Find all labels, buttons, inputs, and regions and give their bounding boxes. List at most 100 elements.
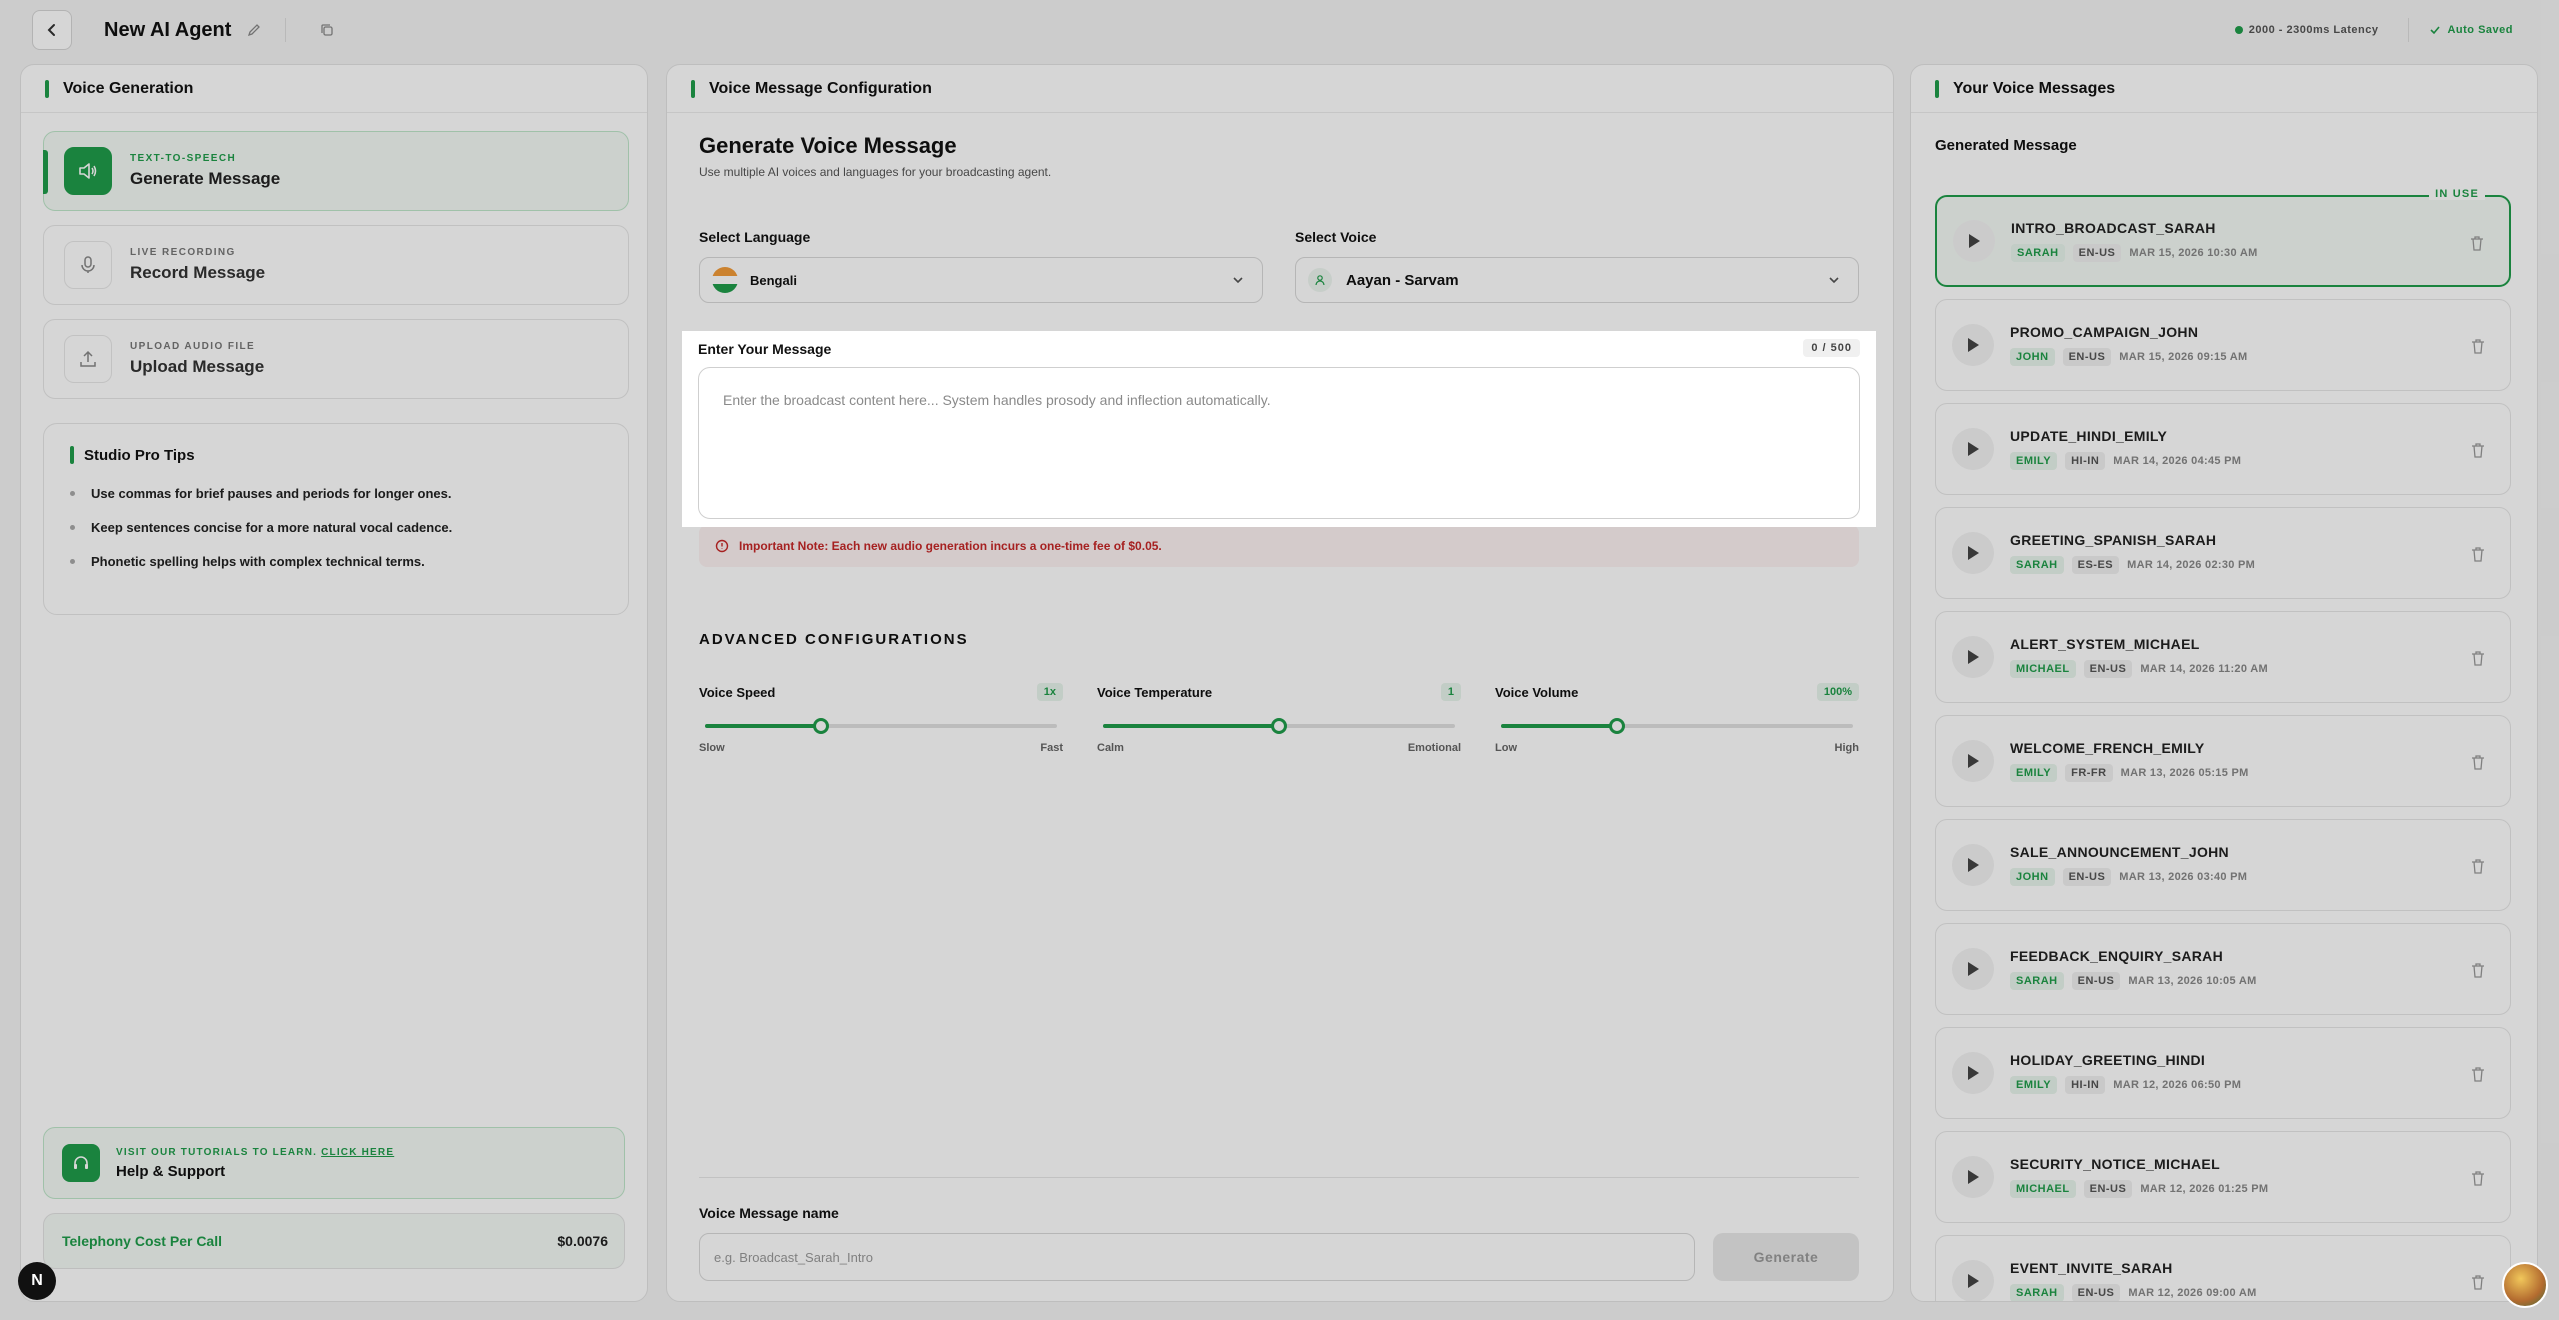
slider-label: Voice Speed <box>699 684 776 700</box>
delete-button[interactable] <box>2462 850 2494 882</box>
slider-max-label: High <box>1834 742 1859 754</box>
slider-fill <box>1501 724 1618 728</box>
voice-message-card[interactable]: WELCOME_FRENCH_EMILY EMILY FR-FR MAR 13, 20… <box>1935 715 2511 807</box>
back-button[interactable] <box>32 10 72 50</box>
divider <box>699 1177 1859 1178</box>
duplicate-button[interactable] <box>314 17 340 43</box>
slider-thumb[interactable] <box>1609 718 1626 734</box>
india-flag-icon <box>712 267 738 293</box>
play-button[interactable] <box>1952 844 1994 886</box>
voice-select[interactable]: Aayan - Sarvam <box>1295 257 1859 303</box>
play-button[interactable] <box>1952 740 1994 782</box>
generate-button[interactable]: Generate <box>1713 1233 1859 1281</box>
slider-thumb[interactable] <box>1271 718 1287 734</box>
tips-title: Studio Pro Tips <box>70 446 602 464</box>
slider-value: 1x <box>1036 683 1063 701</box>
user-avatar[interactable] <box>2502 1262 2548 1308</box>
trash-icon <box>2472 651 2484 666</box>
user-icon <box>1308 268 1332 292</box>
voice-message-card[interactable]: EVENT_INVITE_SARAH SARAH EN-US MAR 12, 2026… <box>1935 1235 2511 1301</box>
voice-message-card[interactable]: SECURITY_NOTICE_MICHAEL MICHAEL EN-US MAR 1… <box>1935 1131 2511 1223</box>
message-textarea[interactable]: Enter the broadcast content here... Syst… <box>698 367 1860 519</box>
message-date: MAR 12, 2026 09:00 AM <box>2128 1287 2257 1299</box>
voice-message-card[interactable]: ALERT_SYSTEM_MICHAEL MICHAEL EN-US MAR 14, … <box>1935 611 2511 703</box>
play-icon <box>1968 858 1979 872</box>
delete-button[interactable] <box>2462 1058 2494 1090</box>
delete-button[interactable] <box>2462 642 2494 674</box>
voice-message-card[interactable]: SALE_ANNOUNCEMENT_JOHN JOHN EN-US MAR 13, 2… <box>1935 819 2511 911</box>
message-name-input[interactable]: e.g. Broadcast_Sarah_Intro <box>699 1233 1695 1281</box>
app-logo[interactable]: N <box>18 1262 56 1300</box>
voice-message-card[interactable]: HOLIDAY_GREETING_HINDI EMILY HI-IN MAR 12, … <box>1935 1027 2511 1119</box>
play-icon <box>1968 650 1979 664</box>
voice-message-card[interactable]: PROMO_CAMPAIGN_JOHN JOHN EN-US MAR 15, 2026… <box>1935 299 2511 391</box>
mode-generate-message[interactable]: TEXT-TO-SPEECH Generate Message <box>43 131 629 211</box>
voice-message-card[interactable]: FEEDBACK_ENQUIRY_SARAH SARAH EN-US MAR 13, … <box>1935 923 2511 1015</box>
delete-button[interactable] <box>2462 330 2494 362</box>
play-icon <box>1968 754 1979 768</box>
delete-button[interactable] <box>2462 1162 2494 1194</box>
agent-title: New AI Agent <box>104 18 232 41</box>
voice-speed-slider: Voice Speed 1x Slow Fast <box>699 683 1063 754</box>
message-name: PROMO_CAMPAIGN_JOHN <box>2010 324 2199 340</box>
language-tag: EN-US <box>2071 1284 2121 1301</box>
play-button[interactable] <box>1952 1156 1994 1198</box>
delete-button[interactable] <box>2462 434 2494 466</box>
play-button[interactable] <box>1952 428 1994 470</box>
voice-message-card[interactable]: IN USE INTRO_BROADCAST_SARAH SARAH EN-US MAR… <box>1935 188 2511 287</box>
play-button[interactable] <box>1952 532 1994 574</box>
microphone-icon <box>64 241 112 289</box>
slider-min-label: Slow <box>699 742 725 754</box>
copy-icon <box>321 24 334 36</box>
slider-track[interactable] <box>1501 718 1853 734</box>
voice-temperature-slider: Voice Temperature 1 Calm Emotional <box>1097 683 1461 754</box>
play-button[interactable] <box>1952 1260 1994 1301</box>
important-note: Important Note: Each new audio generatio… <box>699 525 1859 567</box>
delete-button[interactable] <box>2462 746 2494 778</box>
play-button[interactable] <box>1953 220 1995 262</box>
tutorials-link[interactable]: CLICK HERE <box>321 1147 394 1158</box>
slider-track[interactable] <box>705 718 1057 734</box>
voice-message-card[interactable]: UPDATE_HINDI_EMILY EMILY HI-IN MAR 14, 2026… <box>1935 403 2511 495</box>
slider-track[interactable] <box>1103 718 1455 734</box>
panel-header: Voice Message Configuration <box>667 65 1893 113</box>
play-icon <box>1968 338 1979 352</box>
delete-button[interactable] <box>2461 227 2493 259</box>
voice-volume-slider: Voice Volume 100% Low High <box>1495 683 1859 754</box>
language-label: Select Language <box>699 229 811 245</box>
delete-button[interactable] <box>2462 954 2494 986</box>
panel-header: Voice Generation <box>21 65 647 113</box>
mode-record-message[interactable]: LIVE RECORDING Record Message <box>43 225 629 305</box>
voice-tag: EMILY <box>2010 452 2058 470</box>
mode-upload-message[interactable]: UPLOAD AUDIO FILE Upload Message <box>43 319 629 399</box>
voice-value: Aayan - Sarvam <box>1346 271 1459 289</box>
alert-circle-icon <box>715 539 729 553</box>
play-button[interactable] <box>1952 636 1994 678</box>
language-tag: EN-US <box>2062 868 2112 886</box>
play-button[interactable] <box>1952 324 1994 366</box>
play-button[interactable] <box>1952 948 1994 990</box>
play-button[interactable] <box>1952 1052 1994 1094</box>
message-name: HOLIDAY_GREETING_HINDI <box>2010 1052 2206 1068</box>
auto-saved-indicator: Auto Saved <box>2408 18 2527 42</box>
edit-title-button[interactable] <box>241 17 267 43</box>
voice-message-card[interactable]: GREETING_SPANISH_SARAH SARAH ES-ES MAR 14, … <box>1935 507 2511 599</box>
your-voice-messages-panel: Your Voice Messages Generated Message IN… <box>1910 64 2538 1302</box>
language-select[interactable]: Bengali <box>699 257 1263 303</box>
chevron-down-icon <box>1233 277 1243 284</box>
voice-tag: EMILY <box>2010 764 2058 782</box>
delete-button[interactable] <box>2462 1266 2494 1298</box>
language-tag: FR-FR <box>2065 764 2113 782</box>
trash-icon <box>2472 755 2484 770</box>
voice-tag: MICHAEL <box>2010 1180 2076 1198</box>
language-tag: EN-US <box>2071 972 2121 990</box>
trash-icon <box>2471 236 2483 251</box>
mode-title: Generate Message <box>130 169 281 188</box>
slider-thumb[interactable] <box>813 718 830 734</box>
panel-header: Your Voice Messages <box>1911 65 2537 113</box>
message-date: MAR 13, 2026 05:15 PM <box>2120 767 2249 779</box>
slider-fill <box>1103 724 1279 728</box>
delete-button[interactable] <box>2462 538 2494 570</box>
help-support-card[interactable]: VISIT OUR TUTORIALS TO LEARN. CLICK HERE… <box>43 1127 625 1199</box>
mode-title: Upload Message <box>130 357 265 376</box>
